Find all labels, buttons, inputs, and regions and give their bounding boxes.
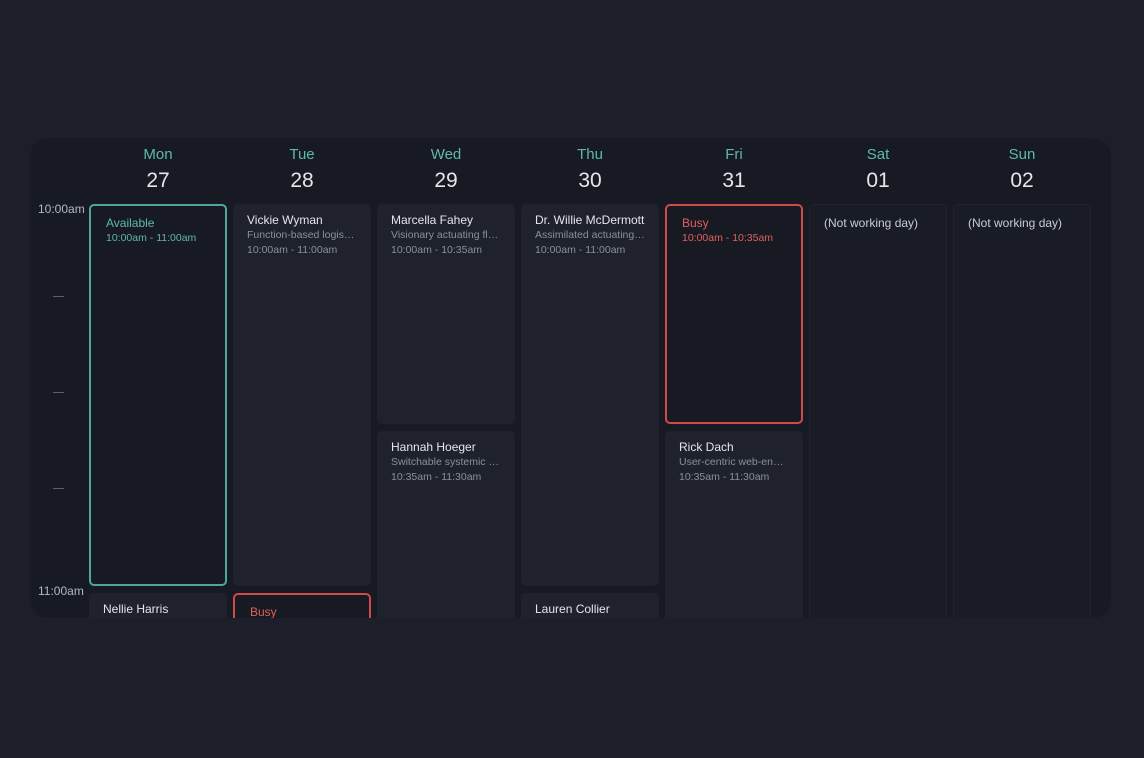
event-title: Hannah Hoeger: [391, 440, 476, 454]
event-title: Nellie Harris: [103, 602, 169, 616]
non-working-day: (Not working day): [809, 204, 947, 618]
day-header-fri[interactable]: Fri 31: [665, 146, 803, 194]
day-column-mon: Available 10:00am - 11:00am Nellie Harri…: [89, 204, 227, 618]
event-description: Switchable systemic support: [391, 456, 501, 468]
time-tick: [53, 488, 64, 489]
event-time: 10:00am - 10:35am: [682, 232, 774, 244]
event-description: Function-based logistical: [247, 229, 357, 241]
day-header-tue[interactable]: Tue 28: [233, 146, 371, 194]
event-time: 10:00am - 11:00am: [535, 244, 626, 256]
event-description: User-centric web-enabled: [679, 456, 789, 468]
event-title: (Not working day): [968, 216, 1063, 230]
calendar-week-view: Mon 27 Tue 28 Wed 29 Thu 30 Fri 31 Sat 0…: [30, 138, 1111, 618]
event-title: Dr. Willie McDermott: [535, 213, 645, 227]
time-label-1000: 10:00am: [38, 202, 85, 216]
day-column-tue: Vickie Wyman Function-based logistical 1…: [233, 204, 371, 618]
day-header-sun[interactable]: Sun 02: [953, 146, 1091, 194]
day-column-wed: Marcella Fahey Visionary actuating flexi…: [377, 204, 515, 618]
appointment-card[interactable]: Lauren Collier: [521, 593, 659, 618]
appointment-card[interactable]: Nellie Harris: [89, 593, 227, 618]
day-number: 31: [722, 169, 746, 192]
day-number: 30: [578, 169, 602, 192]
day-header-thu[interactable]: Thu 30: [521, 146, 659, 194]
day-number: 28: [290, 169, 314, 192]
busy-slot[interactable]: Busy: [233, 593, 371, 618]
day-name: Thu: [577, 146, 603, 163]
event-title: Busy: [682, 216, 709, 230]
event-time: 10:00am - 11:00am: [247, 244, 338, 256]
day-column-fri: Busy 10:00am - 10:35am Rick Dach User-ce…: [665, 204, 803, 618]
event-title: (Not working day): [824, 216, 919, 230]
day-number: 29: [434, 169, 458, 192]
event-title: Vickie Wyman: [247, 213, 323, 227]
appointment-card[interactable]: Marcella Fahey Visionary actuating flexi…: [377, 204, 515, 424]
day-name: Wed: [430, 146, 462, 163]
appointment-card[interactable]: Rick Dach User-centric web-enabled 10:35…: [665, 431, 803, 618]
availability-slot[interactable]: Available 10:00am - 11:00am: [89, 204, 227, 586]
day-header-sat[interactable]: Sat 01: [809, 146, 947, 194]
day-header-mon[interactable]: Mon 27: [89, 146, 227, 194]
appointment-card[interactable]: Vickie Wyman Function-based logistical 1…: [233, 204, 371, 586]
day-column-sun: (Not working day): [953, 204, 1091, 618]
event-title: Rick Dach: [679, 440, 734, 454]
day-name: Fri: [725, 146, 743, 163]
appointment-card[interactable]: Dr. Willie McDermott Assimilated actuati…: [521, 204, 659, 586]
event-time: 10:00am - 10:35am: [391, 244, 483, 256]
event-time: 10:00am - 11:00am: [106, 232, 197, 244]
event-title: Marcella Fahey: [391, 213, 474, 227]
day-name: Sat: [866, 146, 890, 163]
appointment-card[interactable]: Hannah Hoeger Switchable systemic suppor…: [377, 431, 515, 618]
non-working-day: (Not working day): [953, 204, 1091, 618]
time-tick: [53, 392, 64, 393]
event-description: Visionary actuating flexibility: [391, 229, 501, 241]
event-title: Available: [106, 216, 155, 230]
event-description: Assimilated actuating matrix: [535, 229, 645, 241]
day-column-thu: Dr. Willie McDermott Assimilated actuati…: [521, 204, 659, 618]
day-number: 27: [146, 169, 170, 192]
day-name: Mon: [143, 146, 173, 163]
event-time: 10:35am - 11:30am: [391, 471, 482, 483]
day-name: Sun: [1008, 146, 1036, 163]
day-column-sat: (Not working day): [809, 204, 947, 618]
event-time: 10:35am - 11:30am: [679, 471, 770, 483]
time-tick: [53, 296, 64, 297]
day-number: 02: [1010, 169, 1034, 192]
day-header-wed[interactable]: Wed 29: [377, 146, 515, 194]
event-title: Busy: [250, 605, 277, 618]
time-label-1100: 11:00am: [38, 584, 84, 598]
busy-slot[interactable]: Busy 10:00am - 10:35am: [665, 204, 803, 424]
event-title: Lauren Collier: [535, 602, 610, 616]
day-name: Tue: [289, 146, 315, 163]
day-number: 01: [866, 169, 890, 192]
